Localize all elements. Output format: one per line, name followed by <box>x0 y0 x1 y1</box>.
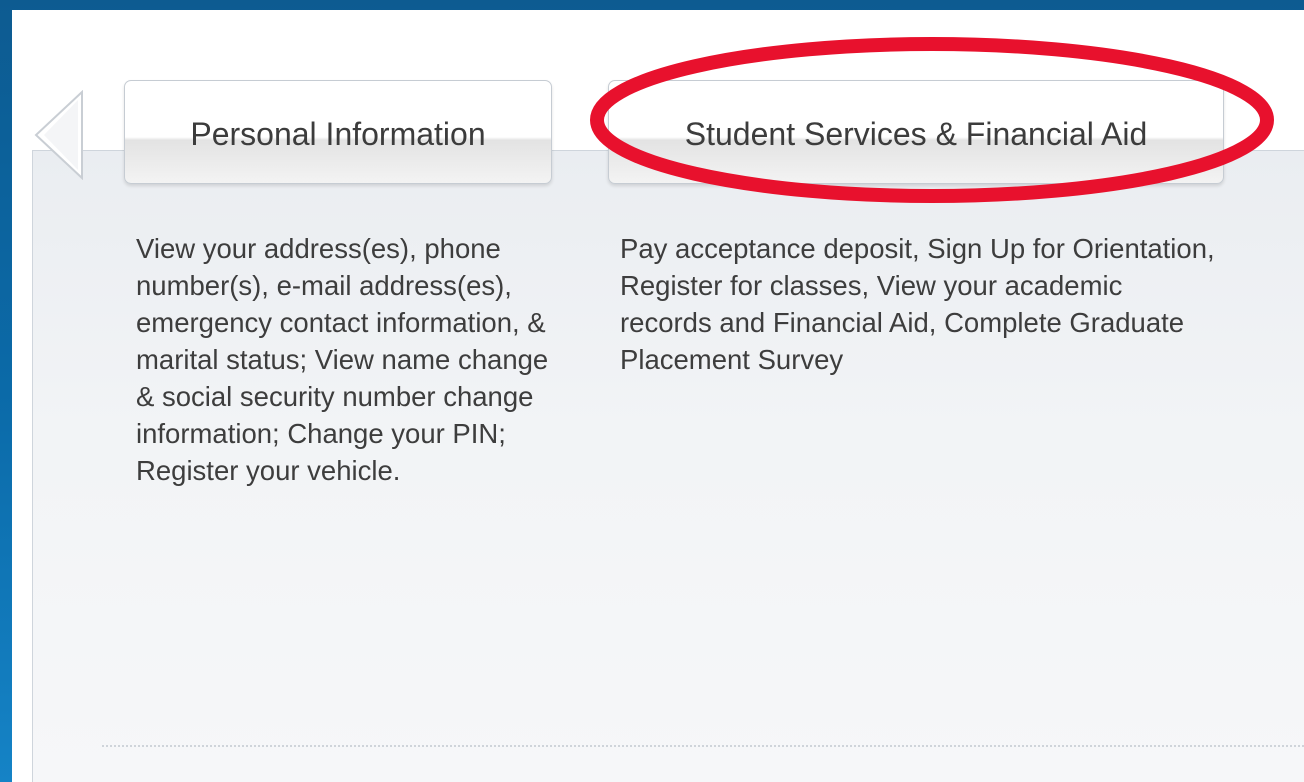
personal-information-description: View your address(es), phone number(s), … <box>136 233 549 486</box>
arrow-left-icon[interactable] <box>32 90 84 180</box>
tab-personal-information-label: Personal Information <box>190 115 486 152</box>
tab-personal-information[interactable]: Personal Information <box>124 80 552 184</box>
student-services-description: Pay acceptance deposit, Sign Up for Orie… <box>620 233 1215 375</box>
tab-student-services-financial-aid[interactable]: Student Services & Financial Aid <box>608 80 1224 184</box>
tab-student-services-label: Student Services & Financial Aid <box>684 115 1148 152</box>
page-frame: Personal Information Student Services & … <box>12 10 1304 782</box>
dotted-divider <box>102 745 1304 747</box>
